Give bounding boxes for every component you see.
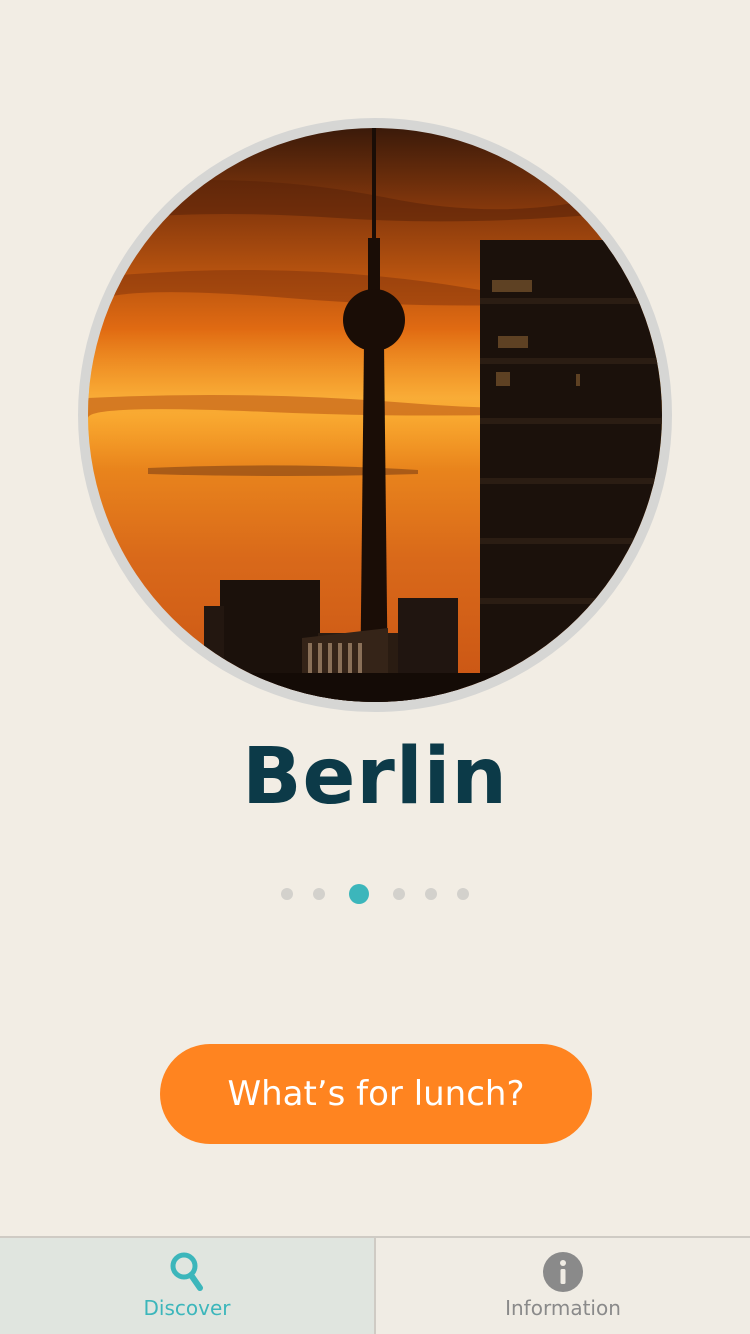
hero-image-frame xyxy=(78,118,672,712)
whats-for-lunch-label: What’s for lunch? xyxy=(227,1074,525,1114)
page-indicator[interactable] xyxy=(0,882,750,906)
info-icon xyxy=(541,1250,585,1294)
city-title: Berlin xyxy=(242,732,508,822)
tab-discover-label: Discover xyxy=(143,1296,231,1320)
page-dot[interactable] xyxy=(313,888,325,900)
tab-information-label: Information xyxy=(505,1296,621,1320)
page-dot[interactable] xyxy=(425,888,437,900)
page-dot[interactable] xyxy=(457,888,469,900)
page-dot[interactable] xyxy=(281,888,293,900)
tab-information[interactable]: Information xyxy=(376,1238,750,1334)
page-dot-active[interactable] xyxy=(349,884,369,904)
whats-for-lunch-button[interactable]: What’s for lunch? xyxy=(160,1044,592,1144)
berlin-skyline-image xyxy=(88,128,662,702)
search-icon xyxy=(165,1250,209,1294)
tab-discover[interactable]: Discover xyxy=(0,1238,376,1334)
tab-bar: Discover Information xyxy=(0,1236,750,1334)
page-dot[interactable] xyxy=(393,888,405,900)
